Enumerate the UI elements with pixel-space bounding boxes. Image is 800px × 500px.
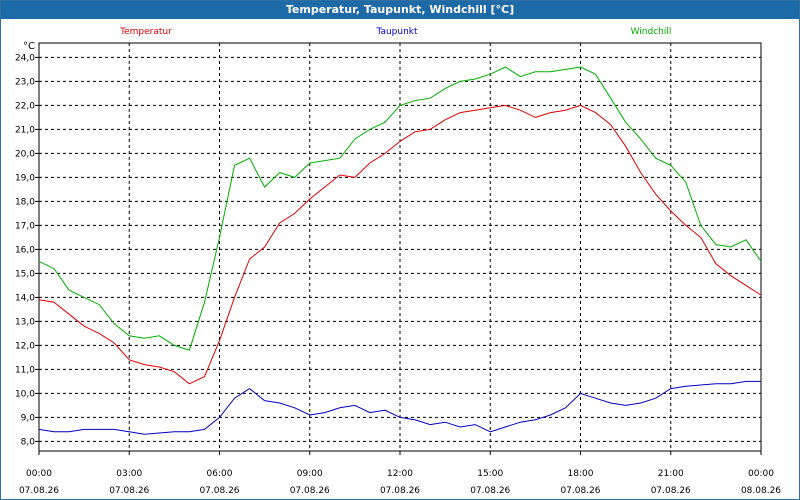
x-tick-time-label: 00:00 [748,469,774,479]
x-tick-time-label: 21:00 [658,469,684,479]
x-tick-date-label: 07.08.26 [290,486,330,496]
x-tick-time-label: 12:00 [387,469,413,479]
y-tick-label: 18,0 [15,197,35,207]
x-tick-time-label: 15:00 [477,469,503,479]
x-tick-date-label: 07.08.26 [560,486,600,496]
y-axis-label: °C [23,41,35,52]
y-tick-label: 8,0 [21,437,36,447]
y-tick-label: 21,0 [15,125,35,135]
y-tick-label: 16,0 [15,245,35,255]
y-tick-label: 15,0 [15,269,35,279]
y-tick-label: 13,0 [15,317,35,327]
x-tick-date-label: 07.08.26 [651,486,691,496]
x-tick-time-label: 09:00 [297,469,323,479]
legend-item-taupunkt: Taupunkt [375,27,418,37]
y-axis: 8,0 9,0 10,0 11,0 12,0 13,0 14,0 15,0 16,0 17,0 18… [15,53,39,447]
y-tick-label: 23,0 [15,77,35,87]
x-tick-date-label: 07.08.26 [470,486,510,496]
legend: Temperatur Taupunkt Windchill [119,27,671,37]
x-tick-date-label: 07.08.26 [199,486,239,496]
x-tick-time-label: 00:00 [26,469,52,479]
x-tick-date-label: 08.08.26 [741,486,781,496]
x-tick-date-label: 07.08.26 [19,486,59,496]
y-tick-label: 10,0 [15,389,35,399]
y-tick-label: 14,0 [15,293,35,303]
x-tick-time-label: 06:00 [207,469,233,479]
legend-item-windchill: Windchill [631,27,672,37]
x-tick-time-label: 03:00 [116,469,142,479]
y-tick-label: 24,0 [15,53,35,63]
y-tick-label: 9,0 [21,413,36,423]
x-tick-date-label: 07.08.26 [380,486,420,496]
window-title: Temperatur, Taupunkt, Windchill [°C] [1,1,799,19]
y-tick-label: 22,0 [15,101,35,111]
y-tick-label: 19,0 [15,173,35,183]
chart-svg: 8,0 9,0 10,0 11,0 12,0 13,0 14,0 15,0 16,0 17,0 18… [15,27,781,496]
legend-item-temperatur: Temperatur [119,27,172,37]
x-axis: 00:00 07.08.26 03:00 07.08.26 06:00 07.08.26 0… [19,451,781,496]
y-tick-label: 11,0 [15,365,35,375]
chart-window: Temperatur, Taupunkt, Windchill [°C] 8,0… [0,0,800,500]
x-tick-time-label: 18:00 [568,469,594,479]
y-tick-label: 17,0 [15,221,35,231]
x-tick-date-label: 07.08.26 [109,486,149,496]
y-tick-label: 20,0 [15,149,35,159]
y-tick-label: 12,0 [15,341,35,351]
